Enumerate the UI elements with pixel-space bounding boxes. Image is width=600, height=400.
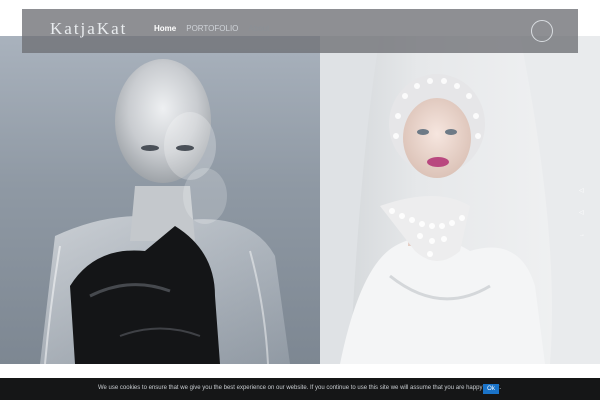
arrow-indicator-icon[interactable]: ◁ [579, 188, 585, 194]
arrow-indicator-icon[interactable]: → [579, 232, 585, 238]
cookie-bar: We use cookies to ensure that we give yo… [0, 378, 600, 400]
portrait-illustration-right [320, 36, 600, 364]
nav-about[interactable]: About [248, 24, 269, 33]
portrait-illustration-left [40, 59, 290, 364]
cookie-ok-button[interactable]: Ok [483, 384, 499, 394]
site-header: KatjaKat Home PORTOFOLIO About [22, 9, 578, 53]
portfolio-image-right[interactable] [320, 36, 600, 364]
nav-home[interactable]: Home [154, 24, 176, 33]
cookie-message: We use cookies to ensure that we give yo… [98, 385, 502, 391]
portfolio-image-left[interactable] [0, 36, 320, 364]
search-circle-icon[interactable] [531, 20, 553, 42]
site-logo[interactable]: KatjaKat [50, 19, 127, 39]
slide-indicators: ◁ ◁ → [579, 188, 585, 238]
main-nav: Home PORTOFOLIO About [154, 24, 269, 33]
arrow-indicator-icon[interactable]: ◁ [579, 210, 585, 216]
nav-portfolio[interactable]: PORTOFOLIO [186, 24, 238, 33]
logo-text: KatjaKat [50, 19, 128, 38]
